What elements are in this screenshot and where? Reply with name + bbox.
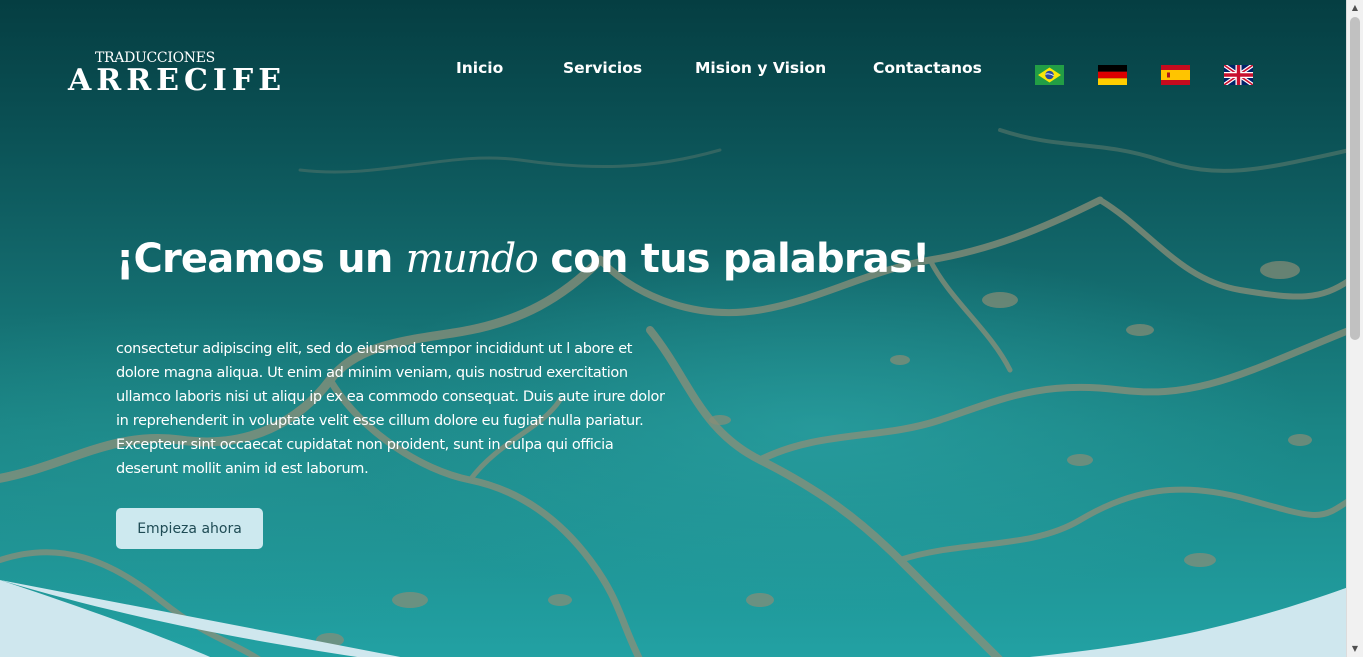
bottom-wave-divider — [0, 580, 1346, 657]
brazil-flag-icon[interactable] — [1035, 65, 1064, 85]
scroll-down-arrow-icon[interactable]: ▼ — [1347, 641, 1363, 657]
hero-title-emphasis: mundo — [405, 236, 539, 282]
nav-link-contactanos[interactable]: Contactanos — [873, 59, 982, 77]
hero-title-after: con tus palabras! — [537, 236, 930, 282]
germany-flag-icon[interactable] — [1098, 65, 1127, 85]
spain-flag-icon[interactable] — [1161, 65, 1190, 85]
hero-section: TRADUCCIONES ARRECIFE Inicio Servicios M… — [0, 0, 1346, 657]
uk-flag-icon[interactable] — [1224, 65, 1253, 85]
nav-link-servicios[interactable]: Servicios — [563, 59, 642, 77]
hero-description: consectetur adipiscing elit, sed do eius… — [116, 341, 665, 477]
hero-title: ¡Creamos un mundo con tus palabras! — [116, 236, 930, 282]
start-now-button[interactable]: Empieza ahora — [116, 508, 263, 549]
nav-link-mision-vision[interactable]: Mision y Vision — [695, 59, 826, 77]
scrollbar-thumb[interactable] — [1350, 17, 1360, 340]
page-scrollbar[interactable]: ▲ ▼ — [1346, 0, 1363, 657]
brand-logo-big-text: ARRECIFE — [68, 63, 287, 98]
nav-link-inicio[interactable]: Inicio — [456, 59, 503, 77]
hero-title-before: ¡Creamos un — [116, 236, 406, 282]
scroll-up-arrow-icon[interactable]: ▲ — [1347, 0, 1363, 16]
